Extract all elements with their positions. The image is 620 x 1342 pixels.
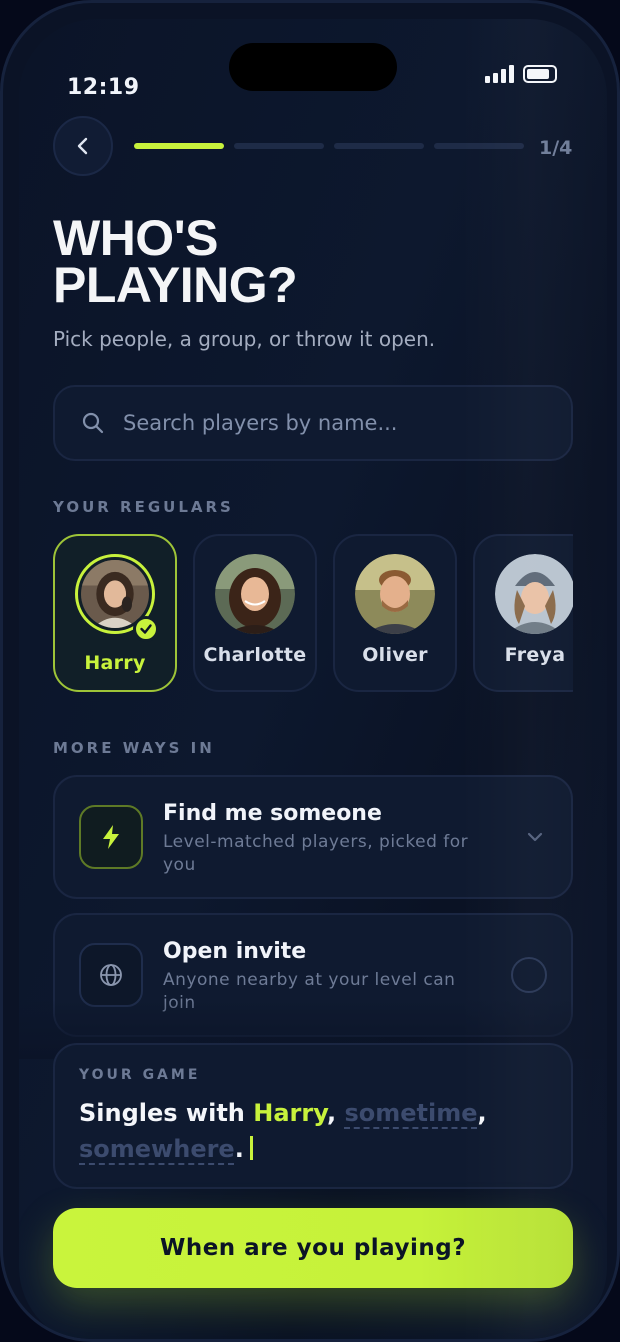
title-line-2: PLAYING? bbox=[53, 257, 298, 313]
summary-sentence: Singles with Harry, sometime, somewhere. bbox=[79, 1095, 559, 1167]
game-summary-card: YOUR GAME Singles with Harry, sometime, s… bbox=[53, 1043, 573, 1189]
battery-icon bbox=[523, 65, 557, 83]
player-name: Freya bbox=[504, 644, 566, 666]
player-name: Oliver bbox=[362, 644, 428, 666]
check-icon bbox=[133, 616, 159, 642]
phone-frame: 12:19 1/4 WHO'S PLAYING? Pick people, a … bbox=[0, 0, 620, 1342]
player-name: Harry bbox=[84, 652, 146, 674]
open-invite-radio[interactable] bbox=[511, 957, 547, 993]
summary-prefix: Singles with bbox=[79, 1099, 254, 1127]
summary-where[interactable]: somewhere bbox=[79, 1135, 235, 1163]
text-caret bbox=[249, 1136, 253, 1160]
progress-indicator bbox=[134, 143, 524, 149]
player-card-freya[interactable]: Freya bbox=[473, 534, 573, 692]
option-description: Level-matched players, picked for you bbox=[163, 832, 469, 875]
search-input[interactable] bbox=[123, 411, 543, 435]
option-find-me-someone[interactable]: Find me someone Level-matched players, p… bbox=[53, 775, 573, 899]
player-card-harry[interactable]: Harry bbox=[53, 534, 177, 692]
progress-segment bbox=[134, 143, 224, 149]
avatar bbox=[215, 554, 295, 634]
summary-end: . bbox=[234, 1135, 244, 1163]
summary-separator: , bbox=[326, 1099, 345, 1127]
summary-separator: , bbox=[477, 1099, 487, 1127]
summary-when[interactable]: sometime bbox=[344, 1099, 477, 1127]
page-subtitle: Pick people, a group, or throw it open. bbox=[53, 327, 436, 351]
regulars-label: YOUR REGULARS bbox=[53, 498, 234, 516]
progress-segment bbox=[234, 143, 324, 149]
step-counter: 1/4 bbox=[539, 137, 573, 159]
lightning-icon bbox=[103, 825, 119, 849]
dynamic-island bbox=[229, 43, 397, 91]
page-title: WHO'S PLAYING? bbox=[53, 210, 298, 313]
option-title: Open invite bbox=[163, 939, 307, 964]
progress-segment bbox=[334, 143, 424, 149]
search-bar[interactable] bbox=[53, 385, 573, 461]
chevron-left-icon bbox=[77, 137, 88, 155]
avatar bbox=[355, 554, 435, 634]
screen: 12:19 1/4 WHO'S PLAYING? Pick people, a … bbox=[19, 19, 607, 1339]
chevron-down-icon[interactable] bbox=[525, 827, 545, 847]
status-time: 12:19 bbox=[67, 75, 140, 100]
search-icon bbox=[82, 412, 104, 434]
more-ways-label: MORE WAYS IN bbox=[53, 739, 215, 757]
back-button[interactable] bbox=[53, 116, 113, 176]
title-line-1: WHO'S bbox=[53, 210, 218, 266]
progress-segment bbox=[434, 143, 524, 149]
lightning-icon-box bbox=[79, 805, 143, 869]
player-card-charlotte[interactable]: Charlotte bbox=[193, 534, 317, 692]
globe-icon-box bbox=[79, 943, 143, 1007]
avatar bbox=[495, 554, 573, 634]
continue-button[interactable]: When are you playing? bbox=[53, 1208, 573, 1288]
summary-player[interactable]: Harry bbox=[253, 1099, 327, 1127]
player-card-oliver[interactable]: Oliver bbox=[333, 534, 457, 692]
option-title: Find me someone bbox=[163, 801, 382, 826]
regulars-carousel[interactable]: Harry Charlotte Oliver Freya bbox=[53, 534, 573, 694]
globe-icon bbox=[100, 964, 122, 986]
summary-label: YOUR GAME bbox=[79, 1067, 201, 1083]
player-name: Charlotte bbox=[203, 644, 307, 666]
signal-icon bbox=[485, 65, 514, 83]
